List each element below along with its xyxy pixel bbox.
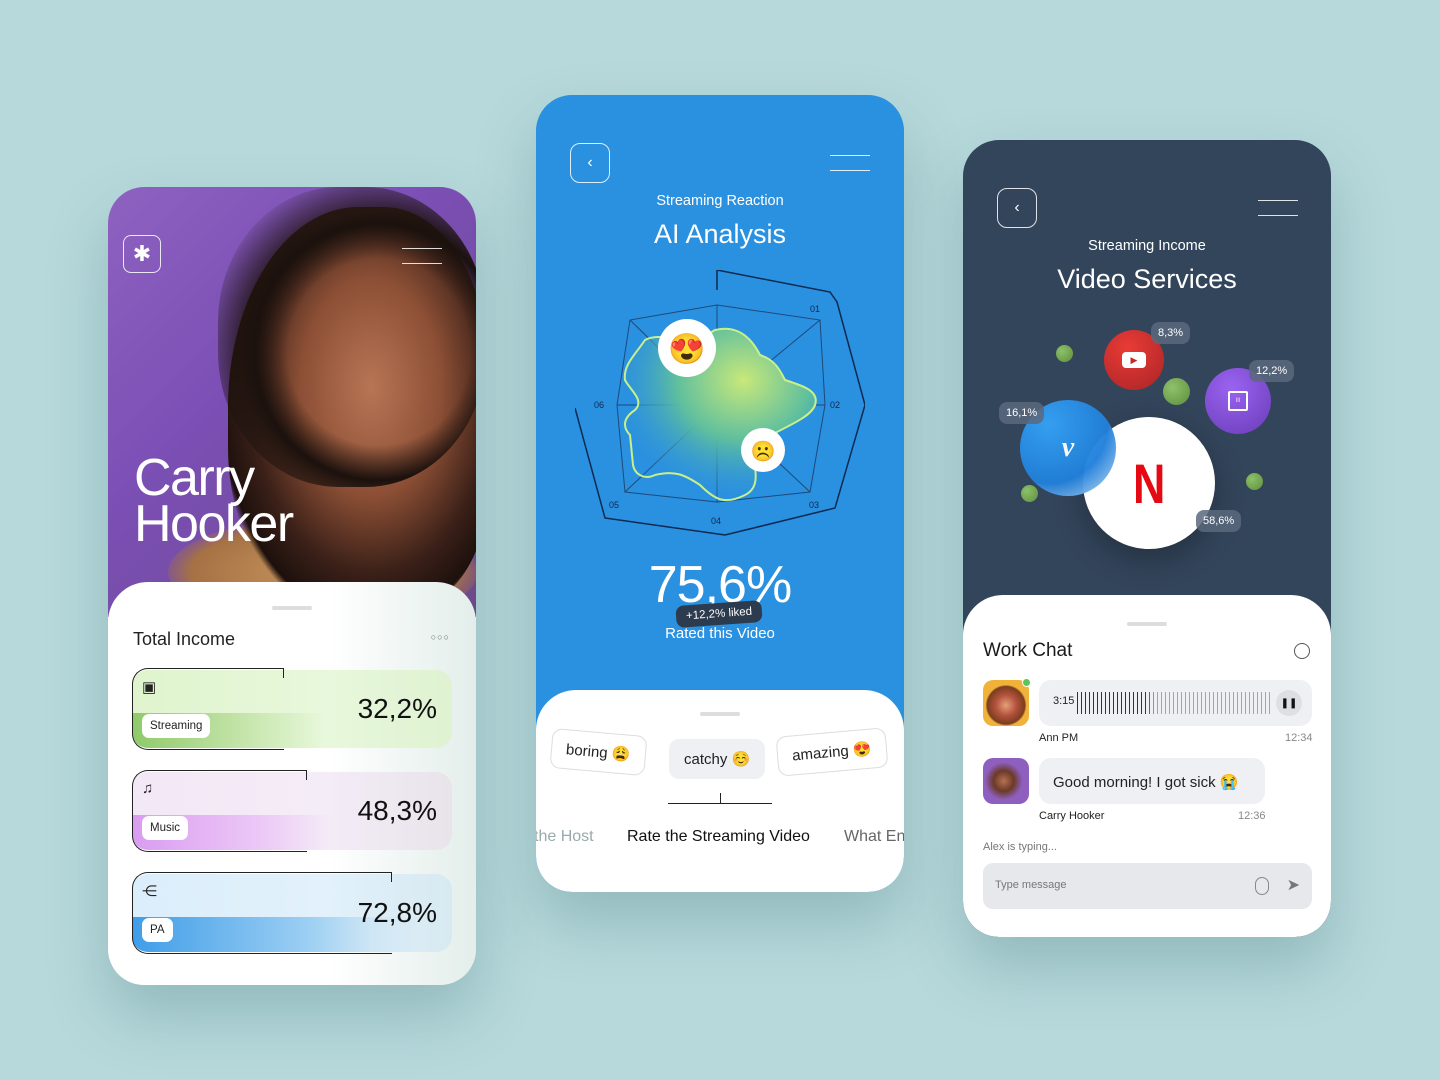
income-label: PA bbox=[142, 918, 173, 942]
youtube-share: 8,3% bbox=[1151, 322, 1191, 344]
radar-label-04: 04 bbox=[711, 516, 721, 526]
chat-title: Work Chat bbox=[983, 640, 1073, 661]
vimeo-icon: v bbox=[1061, 432, 1075, 463]
netflix-share: 58,6% bbox=[1196, 510, 1242, 532]
radar-label-06: 06 bbox=[594, 400, 604, 410]
chip-boring[interactable]: boring 😩 bbox=[549, 727, 648, 777]
hamburger-menu-icon[interactable] bbox=[402, 248, 442, 264]
message-input[interactable]: Type message ➤ bbox=[983, 863, 1312, 909]
microphone-icon[interactable] bbox=[1255, 877, 1269, 895]
services-card: ‹ Streaming Income Video Services ▶ 8,3%… bbox=[963, 140, 1331, 937]
selection-indicator bbox=[668, 803, 772, 804]
video-reel-icon: ▣ bbox=[142, 679, 157, 696]
twitch-icon: ıı bbox=[1228, 391, 1248, 411]
income-sheet: Total Income ○○○ ▣ Streaming 32,2% ♫ Mus… bbox=[108, 582, 476, 985]
profile-card: ✱ Carry Hooker Total Income ○○○ ▣ Stream… bbox=[108, 187, 476, 985]
name-line2: Hooker bbox=[134, 495, 294, 553]
carousel-item-next[interactable]: What En bbox=[844, 828, 904, 846]
income-label: Streaming bbox=[142, 714, 211, 738]
message-time: 12:36 bbox=[1238, 810, 1266, 822]
income-label: Music bbox=[142, 816, 189, 840]
sheet-handle[interactable] bbox=[272, 606, 312, 610]
message-placeholder: Type message bbox=[995, 879, 1067, 891]
radar-label-01: 01 bbox=[810, 304, 820, 314]
voice-message[interactable]: 3:15 ❚❚ bbox=[1039, 680, 1312, 726]
income-value: 72,8% bbox=[357, 897, 437, 928]
section-title: Total Income bbox=[133, 629, 236, 649]
hamburger-menu-icon[interactable] bbox=[830, 155, 870, 171]
chip-amazing[interactable]: amazing 😍 bbox=[775, 727, 889, 777]
chat-sheet: Work Chat 3:15 ❚❚ Ann PM 12:34 Good morn… bbox=[963, 595, 1331, 937]
youtube-icon: ▶ bbox=[1122, 352, 1146, 368]
chip-catchy[interactable]: catchy ☺️ bbox=[669, 739, 766, 779]
radar-data-shape bbox=[623, 327, 817, 502]
radar-chart: 01 02 03 04 05 06 😍 ☹️ bbox=[575, 270, 865, 536]
more-dots-icon[interactable]: ○○○ bbox=[431, 632, 450, 642]
liked-badge: +12,2% liked bbox=[675, 600, 763, 628]
text-message[interactable]: Good morning! I got sick 😭 bbox=[1039, 758, 1265, 804]
send-icon[interactable]: ➤ bbox=[1287, 875, 1300, 895]
radar-label-05: 05 bbox=[609, 500, 619, 510]
message-time: 12:34 bbox=[1285, 732, 1313, 744]
message-text: Good morning! I got sick bbox=[1053, 774, 1216, 791]
typing-status: Alex is typing... bbox=[983, 841, 1057, 853]
rated-label: Rated this Video bbox=[665, 625, 775, 642]
message-sender: Ann PM bbox=[1039, 732, 1079, 744]
decor-ball bbox=[1021, 485, 1038, 502]
decor-ball bbox=[1056, 345, 1073, 362]
crying-emoji: 😭 bbox=[1219, 774, 1239, 791]
twitch-share: 12,2% bbox=[1249, 360, 1295, 382]
card-title: Video Services bbox=[1057, 264, 1237, 294]
avatar-ann[interactable] bbox=[983, 680, 1029, 726]
income-value: 48,3% bbox=[357, 795, 437, 826]
radar-label-02: 02 bbox=[830, 400, 840, 410]
carousel-item-prev[interactable]: the Host bbox=[536, 828, 594, 846]
sheet-handle[interactable] bbox=[1127, 622, 1167, 626]
heart-eyes-emoji: 😍 bbox=[668, 332, 705, 366]
income-value: 32,2% bbox=[357, 693, 437, 724]
netflix-icon: N bbox=[1132, 451, 1166, 515]
music-note-icon: ♫ bbox=[142, 780, 154, 797]
online-status-dot bbox=[1022, 678, 1031, 687]
card-subtitle: Streaming Reaction bbox=[656, 193, 784, 209]
flow-branch-icon: ⋲ bbox=[142, 883, 157, 900]
rating-sheet: boring 😩 catchy ☺️ amazing 😍 the Host Ra… bbox=[536, 690, 904, 892]
chevron-left-icon[interactable]: ‹ bbox=[570, 143, 610, 183]
carousel-item-current[interactable]: Rate the Streaming Video bbox=[627, 828, 810, 846]
hamburger-menu-icon[interactable] bbox=[1258, 200, 1298, 216]
search-icon[interactable] bbox=[1294, 643, 1310, 659]
frowning-face-emoji: ☹️ bbox=[751, 440, 776, 463]
voice-waveform[interactable] bbox=[1077, 692, 1272, 714]
card-subtitle: Streaming Income bbox=[1088, 238, 1206, 254]
decor-ball bbox=[1163, 378, 1190, 405]
card-title: AI Analysis bbox=[653, 219, 787, 249]
message-sender: Carry Hooker bbox=[1039, 810, 1105, 822]
avatar-carry[interactable] bbox=[983, 758, 1029, 804]
sheet-handle[interactable] bbox=[700, 712, 740, 716]
vimeo-share: 16,1% bbox=[999, 402, 1045, 424]
income-item-pa[interactable]: ⋲ PA 72,8% bbox=[132, 872, 452, 954]
pause-icon[interactable]: ❚❚ bbox=[1276, 690, 1302, 716]
income-item-streaming[interactable]: ▣ Streaming 32,2% bbox=[132, 668, 452, 750]
radar-label-03: 03 bbox=[809, 500, 819, 510]
analysis-card: ‹ Streaming Reaction AI Analysis 01 02 0… bbox=[536, 95, 904, 892]
chevron-left-icon[interactable]: ‹ bbox=[997, 188, 1037, 228]
voice-duration: 3:15 bbox=[1053, 695, 1075, 707]
decor-ball bbox=[1246, 473, 1263, 490]
income-item-music[interactable]: ♫ Music 48,3% bbox=[132, 770, 452, 852]
profile-name: Carry Hooker bbox=[134, 452, 294, 553]
asterisk-icon[interactable]: ✱ bbox=[123, 235, 161, 273]
